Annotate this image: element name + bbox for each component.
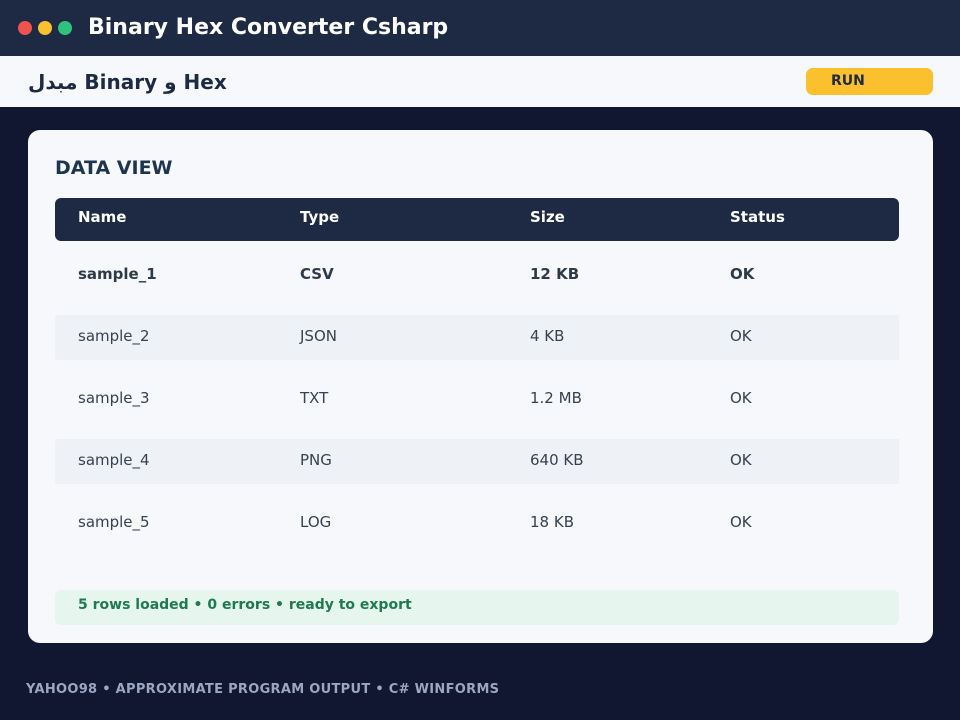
cell-type: LOG	[300, 513, 332, 531]
cell-name: sample_1	[78, 265, 157, 283]
header-bar: مبدل Binary و Hex RUN	[0, 56, 960, 107]
section-title: DATA VIEW	[55, 157, 173, 179]
column-header-type: Type	[300, 208, 340, 226]
table-row[interactable]: sample_3 TXT 1.2 MB OK	[55, 377, 899, 422]
data-view-card: DATA VIEW Name Type Size Status sample_1…	[28, 130, 933, 643]
table-row[interactable]: sample_1 CSV 12 KB OK	[55, 253, 899, 298]
cell-size: 18 KB	[530, 513, 574, 531]
table-header: Name Type Size Status	[55, 198, 899, 241]
maximize-window-dot-icon[interactable]	[58, 21, 72, 35]
cell-type: PNG	[300, 451, 332, 469]
cell-type: JSON	[300, 327, 337, 345]
table-row[interactable]: sample_4 PNG 640 KB OK	[55, 439, 899, 484]
cell-name: sample_3	[78, 389, 150, 407]
cell-status: OK	[730, 265, 755, 283]
close-window-dot-icon[interactable]	[18, 21, 32, 35]
table-row[interactable]: sample_2 JSON 4 KB OK	[55, 315, 899, 360]
cell-status: OK	[730, 389, 752, 407]
title-bar: Binary Hex Converter Csharp	[0, 0, 960, 56]
cell-name: sample_2	[78, 327, 150, 345]
minimize-window-dot-icon[interactable]	[38, 21, 52, 35]
cell-size: 640 KB	[530, 451, 584, 469]
table-row[interactable]: sample_5 LOG 18 KB OK	[55, 501, 899, 546]
column-header-name: Name	[78, 208, 127, 226]
run-button[interactable]: RUN	[806, 68, 933, 95]
cell-status: OK	[730, 513, 752, 531]
cell-size: 1.2 MB	[530, 389, 582, 407]
status-text: 5 rows loaded • 0 errors • ready to expo…	[78, 597, 412, 613]
cell-name: sample_5	[78, 513, 150, 531]
column-header-size: Size	[530, 208, 565, 226]
status-bar: 5 rows loaded • 0 errors • ready to expo…	[55, 590, 899, 625]
app-title: Binary Hex Converter Csharp	[88, 15, 449, 40]
cell-name: sample_4	[78, 451, 150, 469]
cell-size: 12 KB	[530, 265, 580, 283]
page-title: مبدل Binary و Hex	[28, 70, 227, 94]
footer-text: YAHOO98 • APPROXIMATE PROGRAM OUTPUT • C…	[26, 682, 500, 697]
cell-status: OK	[730, 327, 752, 345]
column-header-status: Status	[730, 208, 785, 226]
cell-type: CSV	[300, 265, 334, 283]
cell-size: 4 KB	[530, 327, 565, 345]
cell-status: OK	[730, 451, 752, 469]
cell-type: TXT	[300, 389, 329, 407]
